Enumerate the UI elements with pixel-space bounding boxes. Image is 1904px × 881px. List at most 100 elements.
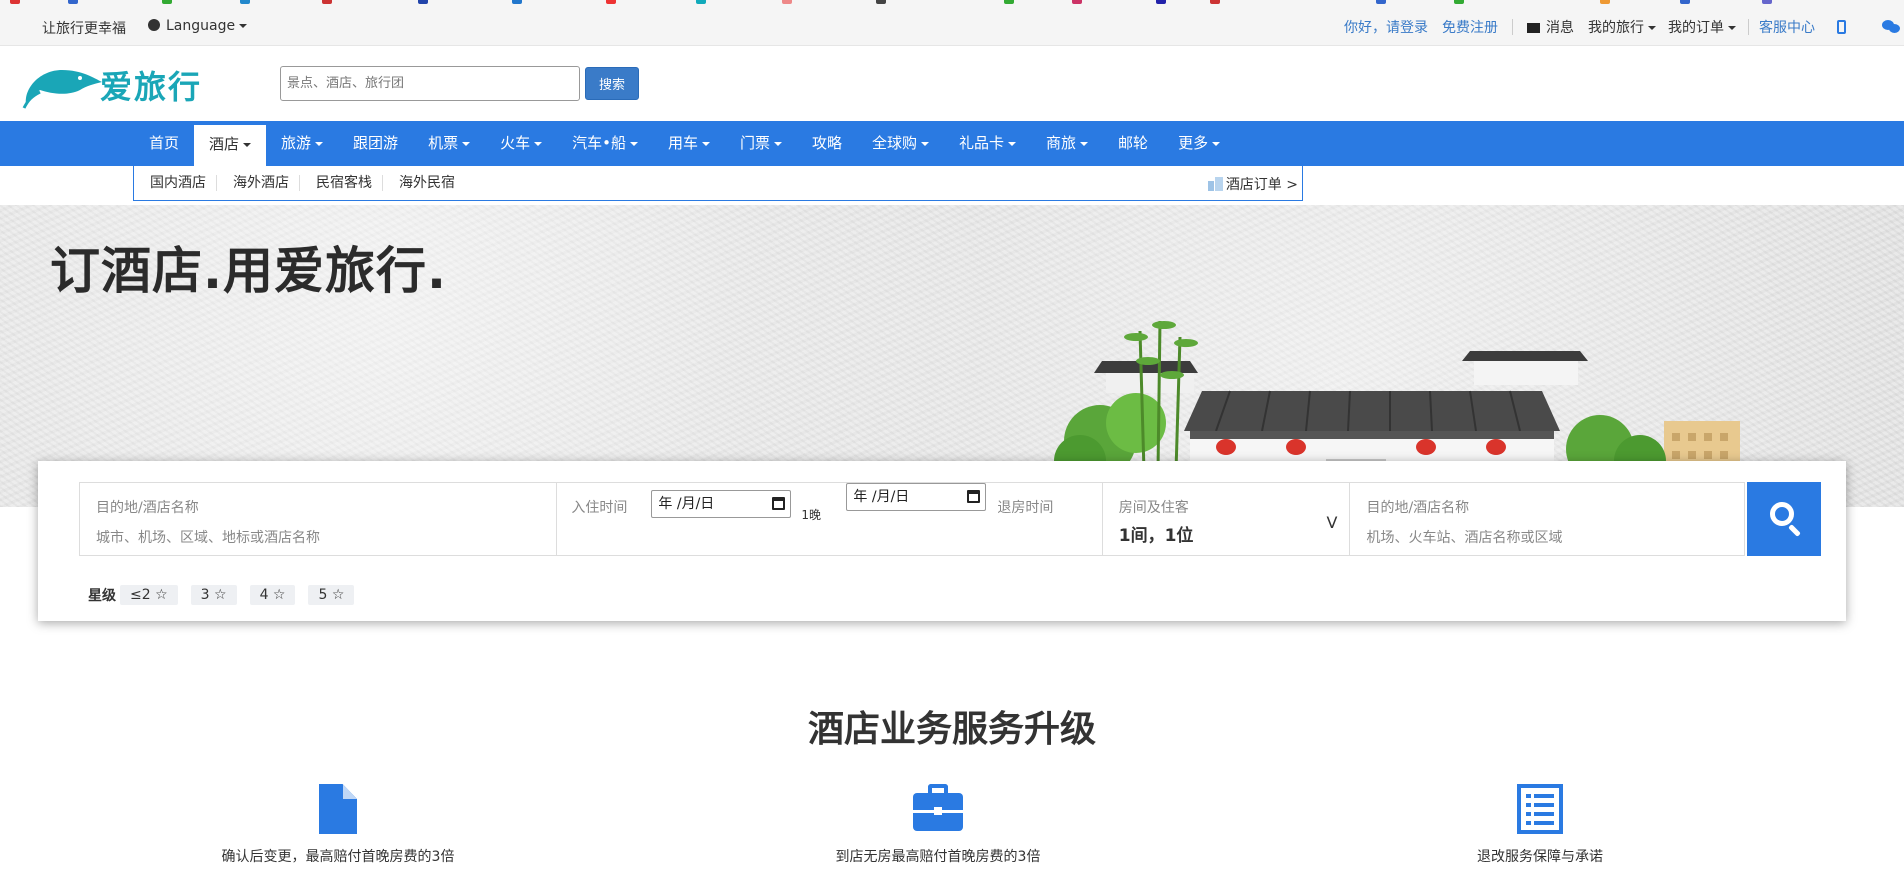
feature-text: 确认后变更，最高赔付首晚房费的3倍 [221, 849, 455, 865]
checkin-date-value: 年 /月/日 [658, 496, 715, 512]
divider [1512, 19, 1513, 35]
dates-field: 入住时间 年 /月/日 1晚 年 /月/日 退房时间 [557, 483, 1103, 555]
destination-field[interactable]: 目的地/酒店名称 城市、机场、区域、地标或酒店名称 [80, 483, 558, 555]
star-option[interactable]: 4 ☆ [249, 585, 296, 605]
nights-count: 1晚 [801, 508, 822, 522]
nav-item[interactable]: 更多 [1163, 121, 1235, 166]
nav-item-label: 汽车•船 [572, 134, 626, 152]
banner-title: 订酒店.用爱旅行. [50, 242, 447, 300]
my-trips-label: 我的旅行 [1588, 20, 1644, 36]
caret-down-icon [701, 141, 710, 146]
wechat-icon[interactable] [1882, 20, 1900, 34]
feature-item: 到店无房最高赔付首晚房费的3倍 [738, 784, 1138, 866]
register-link[interactable]: 免费注册 [1442, 17, 1498, 37]
rooms-guests-selector[interactable]: 房间及住客 1间，1位 V [1103, 483, 1351, 555]
subnav-item[interactable]: 民宿客栈 [300, 175, 383, 191]
logo-text: 爱旅行 [100, 68, 203, 106]
star-option[interactable]: ≤2 ☆ [120, 585, 178, 605]
search-icon [1770, 502, 1794, 526]
nav-item-label: 跟团游 [353, 134, 399, 152]
login-link[interactable]: 你好，请登录 [1344, 17, 1428, 37]
nav-item[interactable]: 首页 [134, 121, 194, 166]
hotel-orders-link[interactable]: 酒店订单 > [1207, 174, 1298, 194]
nav-item[interactable]: 旅游 [266, 121, 338, 166]
divider [1748, 19, 1749, 35]
nav-item[interactable]: 火车 [485, 121, 557, 166]
nav-item[interactable]: 机票 [413, 121, 485, 166]
calendar-icon[interactable] [967, 490, 981, 503]
site-search-button[interactable]: 搜索 [585, 67, 639, 100]
caret-down-icon [1008, 141, 1017, 146]
subnav-items: 国内酒店 海外酒店 民宿客栈 海外民宿 [134, 166, 465, 200]
rooms-label: 房间及住客 [1118, 500, 1189, 516]
caret-down-icon [462, 141, 471, 146]
list-icon [1517, 784, 1563, 834]
service-center-link[interactable]: 客服中心 [1759, 17, 1815, 37]
hotel-search-button[interactable] [1747, 482, 1821, 556]
fish-logo-icon [22, 70, 103, 109]
nav-item[interactable]: 跟团游 [338, 121, 413, 166]
caret-down-icon [1212, 141, 1221, 146]
caret-down-icon [773, 141, 782, 146]
nav-item[interactable]: 商旅 [1031, 121, 1103, 166]
nav-item[interactable]: 全球购 [857, 121, 944, 166]
nav-item[interactable]: 门票 [725, 121, 797, 166]
site-slogan: 让旅行更幸福 [42, 21, 126, 37]
nav-item-label: 商旅 [1046, 134, 1077, 152]
main-nav: 首页 酒店 旅游 跟团游 机票 火车 汽车•船 用车 门票 攻略 全球购 礼品卡 商旅 邮轮 更多 [0, 121, 1904, 166]
destination-placeholder: 城市、机场、区域、地标或酒店名称 [96, 530, 320, 546]
star-option[interactable]: 3 ☆ [190, 585, 237, 605]
star-rating-filter: 星级 ≤2 ☆ 3 ☆ 4 ☆ 5 ☆ [88, 585, 367, 605]
subnav-item[interactable]: 国内酒店 [134, 175, 217, 191]
globe-icon [148, 19, 160, 31]
rooms-value: 1间，1位 [1118, 526, 1194, 546]
my-orders-menu[interactable]: 我的订单 [1668, 17, 1736, 37]
nav-item-label: 火车 [500, 134, 531, 152]
nav-item[interactable]: 汽车•船 [557, 121, 653, 166]
nav-item-label: 酒店 [209, 135, 240, 153]
caret-down-icon [629, 141, 638, 146]
caret-down-icon [243, 142, 252, 147]
my-orders-label: 我的订单 [1668, 20, 1724, 36]
chevron-down-icon: V [1326, 513, 1338, 532]
mobile-phone-icon[interactable] [1837, 20, 1846, 34]
nav-item[interactable]: 酒店 [194, 125, 267, 166]
hotel-orders-label: 酒店订单 > [1225, 177, 1298, 193]
nav-item-label: 首页 [149, 134, 180, 152]
caret-down-icon [1728, 26, 1736, 30]
nav-item-label: 礼品卡 [959, 134, 1005, 152]
feature-text: 退改服务保障与承诺 [1477, 849, 1603, 865]
keyword-placeholder: 机场、火车站、酒店名称或区域 [1366, 530, 1563, 546]
subnav-item[interactable]: 海外民宿 [383, 175, 465, 191]
checkout-date-input[interactable]: 年 /月/日 [846, 483, 987, 511]
nav-item-label: 门票 [739, 134, 770, 152]
my-trips-menu[interactable]: 我的旅行 [1588, 17, 1656, 37]
search-fields-row: 目的地/酒店名称 城市、机场、区域、地标或酒店名称 入住时间 年 /月/日 1晚… [79, 482, 1745, 556]
messages-link[interactable]: 消息 [1527, 17, 1574, 37]
envelope-icon [1527, 23, 1540, 33]
keyword-field[interactable]: 目的地/酒店名称 机场、火车站、酒店名称或区域 [1350, 483, 1744, 555]
star-option[interactable]: 5 ☆ [308, 585, 355, 605]
feature-item: 确认后变更，最高赔付首晚房费的3倍 [138, 784, 538, 866]
nav-item[interactable]: 礼品卡 [944, 121, 1031, 166]
star-filter-label: 星级 [88, 588, 116, 604]
site-logo[interactable]: 爱旅行 [22, 60, 212, 110]
site-search-input[interactable] [280, 66, 580, 101]
nav-item-label: 旅游 [281, 134, 312, 152]
calendar-icon[interactable] [772, 497, 786, 510]
nav-item-label: 更多 [1178, 134, 1209, 152]
checkout-date-value: 年 /月/日 [853, 489, 910, 505]
messages-label: 消息 [1546, 20, 1574, 36]
language-selector[interactable]: Language [148, 18, 248, 34]
nav-item[interactable]: 用车 [653, 121, 725, 166]
checkin-date-input[interactable]: 年 /月/日 [651, 490, 792, 518]
features-title: 酒店业务服务升级 [807, 709, 1096, 750]
caret-down-icon [1080, 141, 1089, 146]
top-bar: 让旅行更幸福 Language 你好，请登录 免费注册 消息 我的旅行 我的订单… [0, 4, 1904, 46]
caret-down-icon [315, 141, 324, 146]
subnav-item[interactable]: 海外酒店 [217, 175, 300, 191]
nav-item-label: 攻略 [811, 134, 842, 152]
nav-item[interactable]: 攻略 [797, 121, 857, 166]
nav-item[interactable]: 邮轮 [1103, 121, 1163, 166]
main-nav-items: 首页 酒店 旅游 跟团游 机票 火车 汽车•船 用车 门票 攻略 全球购 礼品卡 商旅 邮轮 更多 [134, 121, 1235, 166]
